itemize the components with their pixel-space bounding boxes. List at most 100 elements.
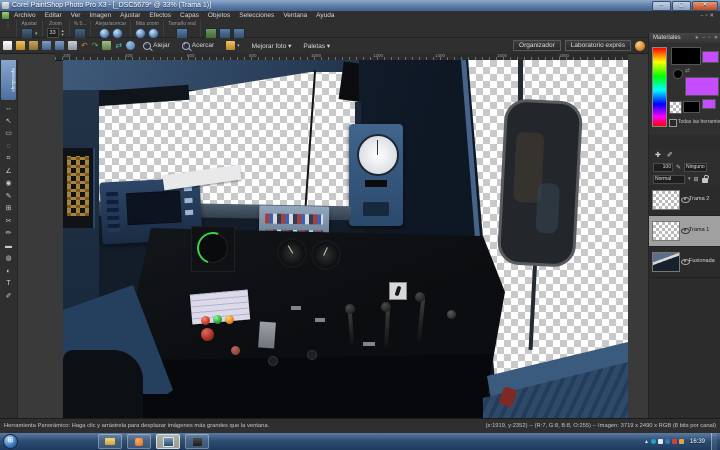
explorer-folder-icon — [105, 438, 115, 445]
layer-name: Trama 1 — [689, 227, 709, 233]
all-tools-checkbox[interactable] — [669, 119, 677, 127]
transparency-swatch[interactable] — [669, 101, 682, 114]
doc-close-icon[interactable]: ✕ — [709, 13, 716, 19]
paintshop-app-icon — [163, 437, 174, 447]
new-file-icon[interactable] — [3, 41, 12, 50]
stroke-style-icon[interactable] — [673, 69, 683, 79]
open-file-icon[interactable] — [16, 41, 25, 50]
organizer-button[interactable]: Organizador — [513, 40, 561, 51]
maximize-button[interactable]: ▢ — [672, 1, 691, 11]
close-button[interactable]: ✕ — [692, 1, 718, 11]
toolbar-drag-handle[interactable]: ⋮ — [0, 20, 17, 37]
eraser-tool[interactable]: ▬ — [1, 241, 16, 254]
learning-center-tab[interactable]: Aprendizaje — [1, 60, 16, 100]
menu-capas[interactable]: Capas — [180, 12, 199, 19]
freehand-selection-tool[interactable]: ◌ — [1, 141, 16, 154]
menu-archivo[interactable]: Archivo — [14, 12, 36, 19]
scratch-remover-tool[interactable]: ✂ — [1, 216, 16, 229]
pen-tool[interactable]: ✐ — [1, 291, 16, 304]
zoom-in-button[interactable]: Acercar — [178, 40, 218, 52]
folder-dropdown-button[interactable]: ▾ — [222, 39, 244, 52]
selection-tool[interactable]: ▭ — [1, 128, 16, 141]
tray-expand-icon[interactable]: ▲ — [644, 439, 649, 445]
tray-icon-5[interactable] — [679, 439, 684, 444]
menu-efectos[interactable]: Efectos — [149, 12, 171, 19]
ruler-tick: 1200 — [373, 53, 383, 58]
menu-editar[interactable]: Editar — [45, 12, 62, 19]
foreground-swatch[interactable] — [671, 47, 701, 65]
flood-fill-tool[interactable]: ◍ — [1, 253, 16, 266]
start-button[interactable]: ⊞ — [3, 434, 18, 449]
crop-tool[interactable]: ⌗ — [1, 153, 16, 166]
materials-dock-icon[interactable]: ▫ — [709, 35, 712, 41]
clone-tool[interactable]: ⊞ — [1, 203, 16, 216]
taskbar-clock[interactable]: 16:39 — [690, 439, 705, 445]
browse-icon[interactable] — [29, 41, 38, 50]
menu-selecciones[interactable]: Selecciones — [239, 12, 274, 19]
materials-pin-icon[interactable]: ∗ — [695, 35, 700, 41]
tray-icon-1[interactable] — [651, 439, 656, 444]
layer-row-trama1-selected[interactable]: Trama 1 — [649, 216, 720, 247]
rainbow-picker[interactable] — [652, 47, 667, 127]
info-icon[interactable] — [126, 41, 135, 50]
text-tool[interactable]: T — [1, 278, 16, 291]
palettes-button[interactable]: Paletas ▾ — [299, 40, 334, 52]
layer-row-trama2[interactable]: Trama 2 — [649, 185, 720, 216]
menu-ayuda[interactable]: Ayuda — [316, 12, 334, 19]
move-tool[interactable]: ↖ — [1, 116, 16, 129]
tray-icon-2[interactable] — [658, 439, 663, 444]
background-material-swatch[interactable] — [685, 77, 719, 96]
redo-icon[interactable]: ↷ — [92, 41, 99, 50]
zoom-value-field[interactable]: 33 — [47, 28, 59, 38]
zoom-out-button[interactable]: Alejar — [139, 40, 174, 52]
swap-images-icon[interactable]: ⇄ — [115, 41, 122, 50]
preset-dropdown-icon[interactable]: ▾ — [35, 31, 38, 37]
layer-link-dropdown[interactable]: Ninguno — [684, 163, 707, 172]
minimize-button[interactable]: – — [652, 1, 671, 11]
enhance-photo-button[interactable]: Mejorar foto ▾ — [248, 40, 296, 52]
pan-tool[interactable]: ↔ — [1, 103, 16, 116]
straighten-tool[interactable]: ∠ — [1, 166, 16, 179]
menu-objetos[interactable]: Objetos — [208, 12, 230, 19]
layer-row-fusionada[interactable]: Fusionada — [649, 247, 720, 278]
print-icon[interactable] — [68, 41, 77, 50]
blend-dropdown-icon[interactable]: ▾ — [688, 176, 691, 182]
corel-guide-icon[interactable] — [635, 41, 645, 51]
group-layers-icon[interactable]: ⊞ — [694, 176, 699, 183]
taskbar-app-2-button[interactable] — [127, 434, 151, 449]
image-2-icon[interactable] — [55, 41, 64, 50]
red-eye-tool[interactable]: ◉ — [1, 178, 16, 191]
new-mask-icon[interactable]: ✐ — [667, 151, 673, 159]
percent-label: % 5... — [74, 21, 87, 27]
menu-ver[interactable]: Ver — [71, 12, 81, 19]
show-desktop-button[interactable] — [711, 433, 717, 450]
image-1-icon[interactable] — [42, 41, 51, 50]
lock-transparency-icon[interactable] — [702, 178, 708, 183]
background-swatch[interactable] — [683, 101, 700, 113]
title-bar[interactable]: Corel PaintShop Photo Pro X3 - [_DSC5679… — [0, 0, 720, 11]
layer-opacity-field[interactable]: 100 — [653, 163, 673, 172]
undo-icon[interactable]: ↶ — [81, 41, 88, 50]
canvas-image[interactable] — [63, 60, 628, 418]
materials-minimize-icon[interactable]: − — [702, 35, 706, 41]
foreground-material-swatch[interactable] — [702, 51, 719, 63]
swap-colors-icon[interactable]: ⇄ — [685, 67, 690, 74]
edit-icon[interactable] — [102, 41, 111, 50]
tray-icon-3[interactable] — [665, 439, 670, 444]
express-lab-button[interactable]: Laboratorio exprés — [565, 40, 631, 51]
menu-ventana[interactable]: Ventana — [283, 12, 307, 19]
blend-mode-dropdown[interactable]: Normal — [653, 175, 685, 184]
picture-tube-tool[interactable]: ◐ — [1, 266, 16, 279]
tray-icon-4[interactable] — [672, 439, 677, 444]
new-layer-icon[interactable]: ✚ — [655, 151, 661, 159]
taskbar-explorer-button[interactable] — [98, 434, 122, 449]
menu-ajustar[interactable]: Ajustar — [120, 12, 140, 19]
brush-tool[interactable]: ✏ — [1, 228, 16, 241]
zoom-spin-down-icon[interactable]: ▼ — [61, 33, 65, 37]
texture-swatch[interactable] — [702, 99, 716, 109]
taskbar-app-4-button[interactable] — [185, 434, 209, 449]
menu-imagen[interactable]: Imagen — [89, 12, 111, 19]
makeover-tool[interactable]: ✎ — [1, 191, 16, 204]
taskbar-paintshop-button-active[interactable] — [156, 434, 180, 449]
materials-close-icon[interactable]: ✕ — [714, 35, 719, 41]
